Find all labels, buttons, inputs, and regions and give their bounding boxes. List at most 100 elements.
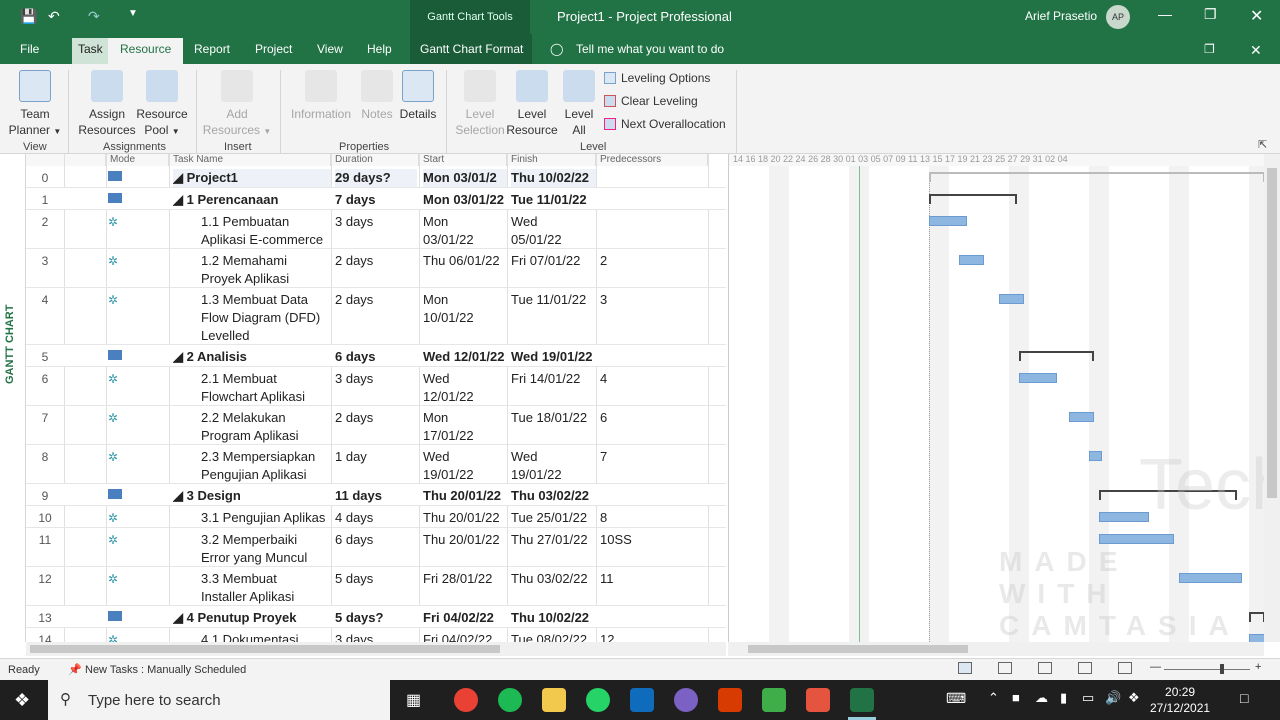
zoom-in-icon[interactable]: + (1255, 661, 1261, 673)
start-cell[interactable]: Mon 03/01/2 (423, 169, 507, 187)
start-cell-line2[interactable]: 17/01/22 (423, 427, 507, 445)
level-resource-button[interactable]: Level Resource (506, 64, 558, 138)
task-bar[interactable] (999, 294, 1024, 304)
details-button[interactable]: Details (398, 64, 438, 122)
tab-project[interactable]: Project (255, 42, 292, 56)
table-row[interactable]: 8 ✲ 2.3 Mempersiapkan Pengujian Aplikasi 1 d… (26, 445, 726, 484)
col-header-duration[interactable]: Duration (331, 154, 419, 166)
assign-resources-button[interactable]: Assign Resources (76, 64, 138, 138)
start-cell-line2[interactable]: 12/01/22 (423, 388, 507, 406)
close-icon[interactable]: ✕ (1250, 6, 1263, 26)
task-name[interactable]: 2.1 Membuat (201, 370, 331, 388)
task-name[interactable]: ◢ Project1 (173, 169, 331, 187)
table-row[interactable]: 14 ✲ 4.1 Dokumentasi 3 days Fri 04/02/22 Tue … (26, 628, 726, 642)
duration-cell[interactable]: 6 days (335, 348, 417, 366)
row-number[interactable]: 4 (26, 291, 64, 309)
level-all-button[interactable]: Level All (560, 64, 598, 138)
duration-cell[interactable]: 5 days (335, 570, 417, 588)
predecessors-cell[interactable]: 8 (600, 509, 700, 527)
start-cell[interactable]: Mon 03/01/22 (423, 191, 507, 209)
duration-cell[interactable]: 2 days (335, 291, 417, 309)
start-cell[interactable]: Fri 28/01/22 (423, 570, 507, 588)
file-explorer-icon[interactable] (542, 688, 566, 712)
task-name[interactable]: 2.2 Melakukan (201, 409, 331, 427)
task-name[interactable]: 1.2 Memahami (201, 252, 331, 270)
summary-bar[interactable] (1019, 351, 1094, 361)
row-number[interactable]: 11 (26, 531, 64, 549)
col-header-task[interactable]: Task Name (169, 154, 331, 166)
start-cell-line2[interactable]: 10/01/22 (423, 309, 507, 327)
start-cell[interactable]: Thu 20/01/22 (423, 509, 507, 527)
predecessors-cell[interactable]: 10SS (600, 531, 700, 549)
finish-cell[interactable]: Tue 11/01/22 (511, 291, 596, 309)
task-name[interactable]: 1.3 Membuat Data (201, 291, 331, 309)
predecessors-cell[interactable]: 12 (600, 631, 700, 642)
tab-resource[interactable]: Resource (108, 38, 184, 64)
project-app-icon[interactable] (850, 688, 874, 712)
tab-file[interactable]: File (20, 42, 39, 56)
predecessors-cell[interactable]: 7 (600, 448, 700, 466)
row-number[interactable]: 14 (26, 631, 64, 642)
task-bar[interactable] (1019, 373, 1057, 383)
task-view-icon[interactable]: ▦ (406, 690, 421, 710)
finish-cell[interactable]: Thu 03/02/22 (511, 570, 596, 588)
duration-cell[interactable]: 5 days? (335, 609, 417, 627)
user-name[interactable]: Arief Prasetio (1025, 9, 1097, 23)
tray-app-icon[interactable]: ■ (1012, 690, 1020, 705)
start-cell-line2[interactable]: 03/01/22 (423, 231, 507, 249)
zoom-thumb[interactable] (1220, 664, 1224, 674)
row-number[interactable]: 1 (26, 191, 64, 209)
task-name[interactable]: 3.1 Pengujian Aplikas (201, 509, 331, 527)
table-row[interactable]: 7 ✲ 2.2 Melakukan Program Aplikasi 2 days Mon… (26, 406, 726, 445)
task-name[interactable]: ◢ 2 Analisis (173, 348, 331, 366)
resource-pool-button[interactable]: Resource Pool ▼ (136, 64, 188, 140)
summary-bar[interactable] (929, 194, 1017, 204)
row-number[interactable]: 8 (26, 448, 64, 466)
start-cell[interactable]: Thu 06/01/22 (423, 252, 507, 270)
row-number[interactable]: 6 (26, 370, 64, 388)
table-row[interactable]: 13 ◢ 4 Penutup Proyek 5 days? Fri 04/02/22 T… (26, 606, 726, 628)
col-header-mode[interactable]: Mode (106, 154, 169, 166)
ribbon-restore-icon[interactable]: ❐ (1204, 42, 1215, 56)
row-number[interactable]: 12 (26, 570, 64, 588)
duration-cell[interactable]: 3 days (335, 370, 417, 388)
table-row[interactable]: 5 ◢ 2 Analisis 6 days Wed 12/01/22 Wed 19/01… (26, 345, 726, 367)
predecessors-cell[interactable]: 11 (600, 570, 700, 588)
duration-cell[interactable]: 3 days (335, 213, 417, 231)
finish-cell[interactable]: Wed 19/01/22 (511, 348, 596, 366)
add-resources-button[interactable]: Add Resources ▼ (202, 64, 272, 140)
task-name-line2[interactable]: Program Aplikasi (201, 427, 331, 445)
notification-icon[interactable]: □ (1240, 690, 1248, 706)
row-number[interactable]: 5 (26, 348, 64, 366)
task-bar[interactable] (929, 216, 967, 226)
minimize-icon[interactable]: — (1158, 6, 1172, 22)
duration-cell[interactable]: 6 days (335, 531, 417, 549)
start-cell[interactable]: Thu 20/01/22 (423, 531, 507, 549)
new-tasks-mode[interactable]: New Tasks : Manually Scheduled (85, 664, 246, 676)
keyboard-icon[interactable]: ⌨ (946, 690, 966, 707)
save-icon[interactable]: 💾 (20, 8, 37, 25)
resource-sheet-icon[interactable] (1078, 662, 1092, 674)
report-view-icon[interactable] (1118, 662, 1132, 674)
tab-report[interactable]: Report (194, 42, 230, 56)
browser-icon[interactable] (674, 688, 698, 712)
duration-cell[interactable]: 1 day (335, 448, 417, 466)
task-name-line3[interactable]: Levelled (201, 327, 331, 345)
start-cell[interactable]: Wed 12/01/22 (423, 348, 507, 366)
finish-cell[interactable]: Thu 27/01/22 (511, 531, 596, 549)
task-bar[interactable] (1069, 412, 1094, 422)
camtasia-recorder-icon[interactable] (806, 688, 830, 712)
next-overallocation-button[interactable]: Next Overallocation (604, 117, 726, 131)
undo-icon[interactable]: ↶ (48, 8, 60, 25)
table-row[interactable]: 3 ✲ 1.2 Memahami Proyek Aplikasi 2 days Thu 0… (26, 249, 726, 288)
cloud-icon[interactable]: ☁ (1035, 690, 1048, 706)
task-name-line2[interactable]: Installer Aplikasi (201, 588, 331, 606)
table-row[interactable]: 11 ✲ 3.2 Memperbaiki Error yang Muncul 6 day… (26, 528, 726, 567)
whatsapp-icon[interactable] (586, 688, 610, 712)
information-button[interactable]: Information (288, 64, 354, 122)
start-cell[interactable]: Fri 04/02/22 (423, 609, 507, 627)
table-row[interactable]: 1 ◢ 1 Perencanaan 7 days Mon 03/01/22 Tue 11… (26, 188, 726, 210)
customize-qat-icon[interactable]: ▼ (128, 8, 138, 19)
start-cell[interactable]: Mon (423, 409, 507, 427)
start-cell[interactable]: Wed (423, 448, 507, 466)
